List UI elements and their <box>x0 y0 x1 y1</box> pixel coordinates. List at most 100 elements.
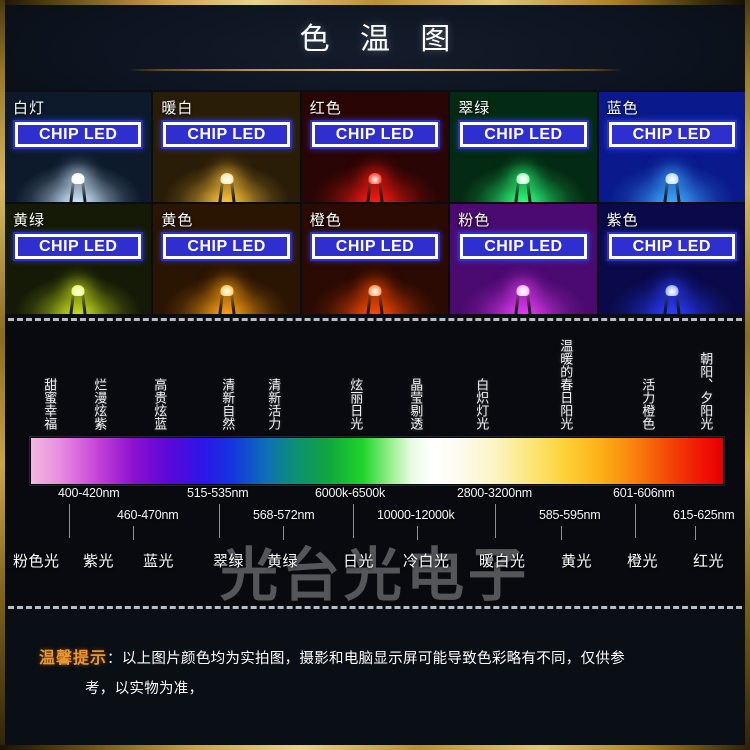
wavelength-tick <box>353 504 354 538</box>
chip-led-text: CHIP LED <box>187 125 266 143</box>
wavelength-label: 601-606nm <box>613 486 675 500</box>
led-emitter <box>512 284 534 314</box>
color-name-label: 冷白光 <box>403 553 450 570</box>
wavelength-tick <box>695 526 696 540</box>
mood-label: 晶莹剔透 <box>408 378 424 430</box>
chip-led-text: CHIP LED <box>335 125 415 143</box>
led-dome <box>71 285 85 296</box>
wavelength-tick <box>417 526 418 540</box>
chip-led-text: CHIP LED <box>39 237 118 255</box>
mood-label: 清新活力 <box>266 378 282 430</box>
wavelength-label: 568-572nm <box>253 508 315 522</box>
led-dome <box>220 173 234 184</box>
color-temperature-chart-page: 色 温 图 白灯 CHIP LED 暖白 CHIP LED 红色 CHIP LED 翠绿 CH… <box>0 0 750 750</box>
chip-led-badge: CHIP LED <box>458 120 589 149</box>
chip-led-badge: CHIP LED <box>606 232 737 261</box>
color-name-label: 红光 <box>693 553 725 570</box>
chip-led-text: CHIP LED <box>39 125 118 143</box>
led-emitter <box>67 284 89 314</box>
led-label: 白灯 <box>13 100 46 117</box>
led-label: 紫色 <box>606 212 639 229</box>
led-cell-暖白: 暖白 CHIP LED <box>153 92 300 202</box>
wavelength-label: 2800-3200nm <box>457 486 532 500</box>
chip-led-badge-inner: CHIP LED <box>314 237 436 256</box>
mood-label: 活力橙色 <box>640 378 656 430</box>
wavelength-tick <box>69 504 70 538</box>
led-emitter <box>512 172 534 202</box>
wavelength-tick <box>283 526 284 540</box>
wavelength-label: 6000k-6500k <box>315 486 386 500</box>
color-name-label: 粉色光 <box>13 553 60 570</box>
page-header: 色 温 图 <box>5 5 745 90</box>
led-sample-grid: 白灯 CHIP LED 暖白 CHIP LED 红色 CHIP LED 翠绿 CHIP LED… <box>5 92 745 314</box>
wavelength-tick <box>635 504 636 538</box>
wavelength-label: 585-595nm <box>539 508 601 522</box>
led-label: 黄绿 <box>13 212 46 229</box>
mood-label: 甜蜜幸福 <box>42 378 58 430</box>
led-emitter <box>67 172 89 202</box>
wavelength-tick <box>219 504 220 538</box>
led-cell-蓝色: 蓝色 CHIP LED <box>598 92 745 202</box>
mood-label: 高贵炫蓝 <box>152 378 168 430</box>
color-name-label: 黄光 <box>561 553 593 570</box>
chip-led-badge-inner: CHIP LED <box>611 125 732 144</box>
led-label: 翠绿 <box>458 100 491 117</box>
led-label: 红色 <box>309 100 342 117</box>
chip-led-badge-inner: CHIP LED <box>166 237 287 256</box>
led-emitter <box>216 172 238 202</box>
led-label: 粉色 <box>458 212 491 229</box>
wavelength-label: 10000-12000k <box>377 508 455 522</box>
led-cell-白灯: 白灯 CHIP LED <box>5 92 152 202</box>
chip-led-badge-inner: CHIP LED <box>314 125 436 144</box>
gold-border-bottom <box>0 745 750 750</box>
chip-led-text: CHIP LED <box>484 237 563 255</box>
led-label: 暖白 <box>161 100 194 117</box>
spectrum-gradient-bar <box>31 438 723 484</box>
chip-led-badge: CHIP LED <box>606 120 737 149</box>
color-name-row: 粉色光 紫光 蓝光 翠绿 黄绿 日光 冷白光 暖白光 黄光 橙光 红光 <box>5 550 745 582</box>
color-name-label: 蓝光 <box>143 553 175 570</box>
led-emitter <box>364 284 386 314</box>
color-name-label: 日光 <box>343 553 375 570</box>
gold-border-right <box>745 0 750 750</box>
chip-led-text: CHIP LED <box>632 125 711 143</box>
notice-tag: 温馨提示 <box>39 650 108 667</box>
led-emitter <box>661 284 683 314</box>
led-dome <box>665 285 679 296</box>
mood-label: 烂漫炫紫 <box>92 378 108 430</box>
chip-led-badge: CHIP LED <box>161 120 292 149</box>
wavelength-label: 460-470nm <box>117 508 179 522</box>
chip-led-badge-inner: CHIP LED <box>18 125 139 144</box>
mood-label: 朝阳、夕阳光 <box>698 352 714 430</box>
led-dome <box>516 285 530 296</box>
led-cell-紫色: 紫色 CHIP LED <box>598 204 745 314</box>
divider-dashed-top <box>8 318 742 321</box>
footer-notice: 温馨提示：以上图片颜色均为实拍图，摄影和电脑显示屏可能导致色彩略有不同，仅供参 … <box>5 612 745 745</box>
color-name-label: 黄绿 <box>267 553 299 570</box>
chip-led-text: CHIP LED <box>632 237 711 255</box>
led-dome <box>665 173 679 184</box>
led-cell-黄色: 黄色 CHIP LED <box>153 204 300 314</box>
mood-label: 炫丽日光 <box>348 378 364 430</box>
chip-led-badge-inner: CHIP LED <box>611 237 732 256</box>
led-label: 橙色 <box>309 212 342 229</box>
led-cell-黄绿: 黄绿 CHIP LED <box>5 204 152 314</box>
wavelength-tick <box>133 526 134 540</box>
led-dome <box>71 173 85 184</box>
led-cell-翠绿: 翠绿 CHIP LED <box>450 92 597 202</box>
chip-led-text: CHIP LED <box>335 237 415 255</box>
notice-text-1: ：以上图片颜色均为实拍图，摄影和电脑显示屏可能导致色彩略有不同，仅供参 <box>107 651 626 667</box>
wavelength-tick-row: 400-420nm 460-470nm 515-535nm 568-572nm 6000… <box>5 486 745 540</box>
chip-led-badge: CHIP LED <box>458 232 589 261</box>
led-label: 蓝色 <box>606 100 639 117</box>
led-emitter <box>216 284 238 314</box>
chip-led-text: CHIP LED <box>187 237 266 255</box>
led-label: 黄色 <box>161 212 194 229</box>
mood-label-row: 甜蜜幸福 烂漫炫紫 高贵炫蓝 清新自然 清新活力 炫丽日光 晶莹剔透 白炽灯光 温暖的春日阳光 活… <box>5 322 745 434</box>
led-emitter <box>661 172 683 202</box>
led-emitter <box>364 172 386 202</box>
wavelength-tick <box>561 526 562 540</box>
chip-led-badge: CHIP LED <box>309 232 441 261</box>
wavelength-label: 400-420nm <box>58 486 120 500</box>
wavelength-label: 515-535nm <box>187 486 249 500</box>
